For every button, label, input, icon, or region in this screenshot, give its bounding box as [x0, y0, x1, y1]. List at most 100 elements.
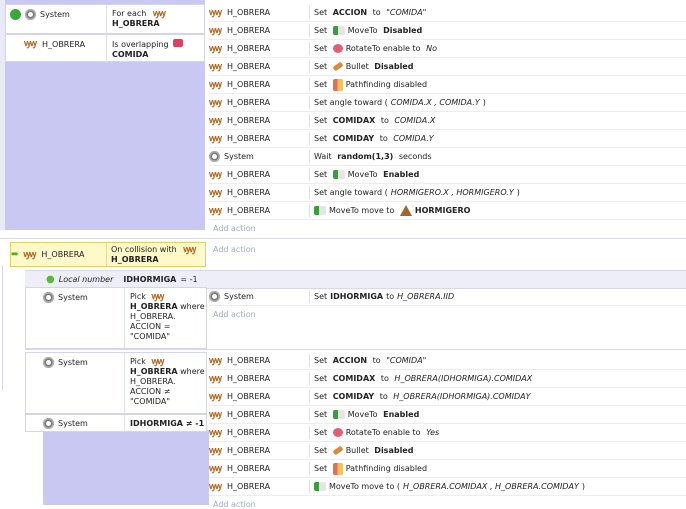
- action-text: Set MoveTo Enabled: [314, 406, 419, 423]
- sub1-action-row[interactable]: System Set IDHORMIGA to H_OBRERA.IID: [209, 288, 686, 306]
- action-row[interactable]: ꝡꝡ H_OBRERA Set ACCION to "COMIDA": [209, 4, 686, 22]
- action-row[interactable]: ꝡꝡ H_OBRERA Set COMIDAY to H_OBRERA(IDHORM…: [209, 388, 686, 406]
- action-mid: seconds: [396, 152, 432, 161]
- object-name: H_OBRERA: [227, 392, 271, 401]
- action-row[interactable]: ꝡꝡ H_OBRERA Set COMIDAY to COMIDA.Y: [209, 130, 686, 148]
- action-text: Set ACCION to "COMIDA": [314, 352, 426, 369]
- action-row[interactable]: ꝡꝡ H_OBRERA Set angle toward (HORMIGERO.X …: [209, 184, 686, 202]
- action-row[interactable]: ꝡꝡ H_OBRERA Set RotateTo enable to Yes: [209, 424, 686, 442]
- worker-icon: ꝡꝡ: [151, 357, 164, 367]
- sub2-margin: [43, 430, 209, 505]
- action-row[interactable]: ꝡꝡ H_OBRERA Set Pathfinding disabled: [209, 460, 686, 478]
- event2-add-action[interactable]: Add action: [213, 245, 256, 254]
- action-bold: IDHORMIGA: [330, 292, 384, 301]
- action-row[interactable]: ꝡꝡ H_OBRERA Set COMIDAX to COMIDA.X: [209, 112, 686, 130]
- action-bold: COMIDAY: [332, 392, 375, 401]
- action-pre: Set: [314, 446, 330, 455]
- condition-text: IDHORMIGA ≠ -1: [130, 419, 205, 428]
- add-action[interactable]: Add action: [213, 224, 256, 233]
- action-label: Pathfinding disabled: [345, 464, 428, 473]
- condition-text: For each: [112, 9, 147, 18]
- expr-line1: H_OBRERA.: [130, 312, 176, 321]
- loop-icon: [10, 9, 21, 20]
- worker-icon: ꝡꝡ: [209, 205, 222, 216]
- object-name: H_OBRERA: [227, 188, 271, 197]
- sub2-top-divider: [25, 349, 686, 350]
- action-label: MoveTo: [347, 410, 381, 419]
- worker-icon: ꝡꝡ: [209, 445, 222, 456]
- condition-target: H_OBRERA: [130, 302, 178, 311]
- action-row[interactable]: ꝡꝡ H_OBRERA MoveTo move to (H_OBRERA.COMID…: [209, 478, 686, 496]
- event2-condition-collision[interactable]: ➨ ꝡꝡ H_OBRERA On collision with ꝡꝡ H_OBR…: [10, 242, 206, 267]
- event2-local-variable[interactable]: ● Local number IDHORMIGA = -1: [46, 274, 198, 285]
- rotateto-icon: [332, 428, 343, 437]
- action-row[interactable]: ꝡꝡ H_OBRERA Set MoveTo Enabled: [209, 166, 686, 184]
- event1-condition-overlap[interactable]: ꝡꝡ H_OBRERA Is overlapping COMIDA: [5, 34, 205, 63]
- action-ital: COMIDA.X , COMIDA.Y: [390, 98, 480, 107]
- action-label: Pathfinding disabled: [345, 80, 428, 89]
- action-row[interactable]: ꝡꝡ H_OBRERA Set Bullet Disabled: [209, 58, 686, 76]
- action-row[interactable]: System Wait random(1,3) seconds: [209, 148, 686, 166]
- object-name: H_OBRERA: [227, 410, 271, 419]
- action-object: ꝡꝡ H_OBRERA: [209, 370, 309, 387]
- object-name: H_OBRERA: [227, 8, 271, 17]
- action-ital: H_OBRERA(IDHORMIGA).COMIDAY: [393, 392, 531, 401]
- action-row[interactable]: ꝡꝡ H_OBRERA Set MoveTo Enabled: [209, 406, 686, 424]
- action-row[interactable]: ꝡꝡ H_OBRERA Set Bullet Disabled: [209, 442, 686, 460]
- action-text: Set RotateTo enable to Yes: [314, 424, 439, 441]
- action-label: MoveTo move to (: [329, 482, 400, 491]
- action-object: ꝡꝡ H_OBRERA: [209, 184, 309, 201]
- sub1-add-action[interactable]: Add action: [213, 310, 256, 319]
- object-name: H_OBRERA: [227, 116, 271, 125]
- worker-icon: ꝡꝡ: [209, 355, 222, 366]
- object-name: System: [58, 293, 88, 302]
- action-text: Set MoveTo Disabled: [314, 22, 422, 39]
- action-bold: ACCION: [332, 356, 368, 365]
- action-pre: Set: [314, 8, 330, 17]
- action-label: MoveTo: [347, 170, 381, 179]
- action-mid: to: [377, 134, 391, 143]
- action-pre: Set: [314, 26, 330, 35]
- action-row[interactable]: ꝡꝡ H_OBRERA Set Pathfinding disabled: [209, 76, 686, 94]
- object-name: H_OBRERA: [227, 134, 271, 143]
- action-label: MoveTo: [347, 26, 381, 35]
- action-row[interactable]: ꝡꝡ H_OBRERA Set RotateTo enable to No: [209, 40, 686, 58]
- action-bold: Disabled: [374, 62, 414, 71]
- action-row[interactable]: ꝡꝡ H_OBRERA Set MoveTo Disabled: [209, 22, 686, 40]
- object-name: H_OBRERA: [227, 446, 271, 455]
- object-name: H_OBRERA: [227, 44, 271, 53]
- action-text: MoveTo move to HORMIGERO: [314, 202, 470, 219]
- action-object: System: [209, 288, 309, 305]
- moveto-icon: [314, 206, 326, 215]
- expr-line2: ACCION ≠: [130, 387, 171, 396]
- moveto-icon: [332, 170, 345, 179]
- action-row[interactable]: ꝡꝡ H_OBRERA Set ACCION to "COMIDA": [209, 352, 686, 370]
- action-object: ꝡꝡ H_OBRERA: [209, 442, 309, 459]
- where-text: where: [180, 367, 205, 376]
- object-name: H_OBRERA: [227, 26, 271, 35]
- object-name: H_OBRERA: [227, 62, 271, 71]
- sub1-condition-pick[interactable]: System Pick ꝡꝡ H_OBRERA where H_OBRERA. …: [25, 287, 207, 349]
- where-text: where: [180, 302, 205, 311]
- action-text: Set angle toward (HORMIGERO.X , HORMIGER…: [314, 184, 520, 201]
- action-text: Set Pathfinding disabled: [314, 460, 427, 477]
- sub2-condition-idhormiga[interactable]: System IDHORMIGA ≠ -1: [25, 414, 207, 432]
- local-name: IDHORMIGA: [123, 275, 177, 284]
- event1-actions: ꝡꝡ H_OBRERA Set ACCION to "COMIDA" ꝡꝡ H_OBRE…: [209, 4, 686, 238]
- action-label: Bullet: [345, 62, 372, 71]
- action-text: MoveTo move to (H_OBRERA.COMIDAX , H_OBR…: [314, 478, 585, 495]
- sub2-condition-pick[interactable]: System Pick ꝡꝡ H_OBRERA where H_OBRERA. …: [25, 352, 207, 414]
- condition-text: Is overlapping: [112, 40, 169, 49]
- action-row[interactable]: ꝡꝡ H_OBRERA Set COMIDAX to H_OBRERA(IDHORM…: [209, 370, 686, 388]
- action-text: Set COMIDAY to COMIDA.Y: [314, 130, 434, 147]
- gear-icon: [43, 292, 54, 303]
- action-object: ꝡꝡ H_OBRERA: [209, 478, 309, 495]
- action-text: Set COMIDAY to H_OBRERA(IDHORMIGA).COMID…: [314, 388, 531, 405]
- pick-text: Pick: [130, 357, 146, 366]
- gear-icon: [43, 357, 54, 368]
- gear-icon: [25, 9, 36, 20]
- action-row[interactable]: ꝡꝡ H_OBRERA Set angle toward (COMIDA.X , C…: [209, 94, 686, 112]
- action-row[interactable]: ꝡꝡ H_OBRERA MoveTo move to HORMIGERO: [209, 202, 686, 220]
- event1-condition-foreach[interactable]: System For each ꝡꝡ H_OBRERA: [5, 4, 205, 35]
- action-pre: Set angle toward (: [314, 188, 388, 197]
